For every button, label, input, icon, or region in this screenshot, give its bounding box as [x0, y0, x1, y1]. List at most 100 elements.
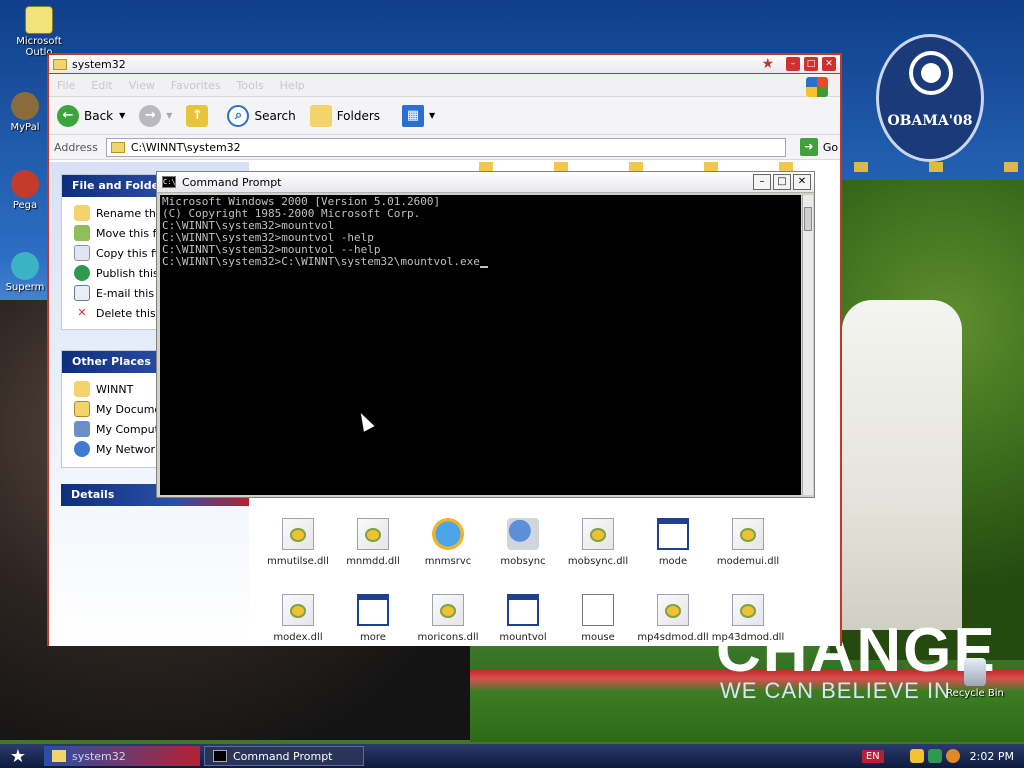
search-label: Search	[254, 108, 296, 123]
file-item[interactable]: mnmdd.dll	[332, 518, 414, 567]
menu-view[interactable]: View	[129, 79, 155, 92]
file-item[interactable]: mp43dmod.dll	[707, 594, 789, 643]
wallpaper-believe-text: WE CAN BELIEVE IN	[720, 678, 951, 703]
application-icon	[357, 594, 389, 626]
file-item[interactable]: mp4sdmod.dll	[632, 594, 714, 643]
file-item[interactable]: moricons.dll	[407, 594, 489, 643]
maximize-button[interactable]: □	[773, 174, 791, 190]
campaign-logo: OBAMA'08	[876, 34, 984, 162]
taskbar: ★ system32 Command Prompt EN 2:02 PM	[0, 744, 1024, 768]
pega-icon	[11, 170, 39, 198]
my-documents-icon	[74, 401, 90, 417]
folder-icon	[110, 141, 125, 153]
language-indicator[interactable]: EN	[861, 749, 884, 763]
clock[interactable]: 2:02 PM	[970, 750, 1014, 763]
dll-file-icon	[357, 518, 389, 550]
scrollbar-thumb[interactable]	[804, 207, 812, 231]
taskbar-button-label: Command Prompt	[233, 749, 333, 763]
go-label: Go	[822, 140, 839, 154]
dll-file-icon	[432, 594, 464, 626]
campaign-logo-text: OBAMA'08	[887, 113, 973, 129]
console-scrollbar[interactable]	[802, 195, 813, 495]
place-label: WINNT	[96, 382, 134, 396]
taskbar-button-system32[interactable]: system32	[44, 746, 200, 766]
publish-web-icon	[74, 265, 90, 281]
file-item[interactable]: mmutilse.dll	[257, 518, 339, 567]
views-icon: ▦	[402, 104, 425, 127]
desktop-icon-label: MyPal	[10, 122, 40, 133]
file-name: mmutilse.dll	[267, 556, 329, 567]
file-name: mobsync.dll	[567, 556, 629, 567]
dll-file-icon	[582, 518, 614, 550]
explorer-title-bar[interactable]: system32 ★ – □ ✕	[49, 55, 840, 74]
menu-tools[interactable]: Tools	[237, 79, 264, 92]
menu-edit[interactable]: Edit	[91, 79, 112, 92]
file-item[interactable]: mode	[632, 518, 714, 567]
file-name: moricons.dll	[417, 632, 479, 643]
desktop-icon-label: Pega	[12, 200, 38, 211]
close-button[interactable]: ✕	[822, 57, 836, 71]
address-label: Address	[54, 140, 98, 154]
forward-button[interactable]: → ▼	[139, 104, 173, 127]
taskbar-button-command-prompt[interactable]: Command Prompt	[204, 746, 364, 766]
system-tray: EN 2:02 PM	[854, 744, 1024, 768]
search-icon: ⌕	[227, 104, 250, 127]
file-item[interactable]: mnmsrvc	[407, 518, 489, 567]
maximize-button[interactable]: □	[804, 57, 818, 71]
campaign-logo-emblem	[909, 51, 953, 95]
dll-file-icon	[282, 518, 314, 550]
dll-file-icon	[732, 594, 764, 626]
up-folder-button[interactable]: ↑	[186, 104, 213, 127]
file-item[interactable]: mobsync	[482, 518, 564, 567]
network-icon[interactable]	[927, 749, 942, 763]
file-name: mouse	[581, 632, 615, 643]
file-item[interactable]: modemui.dll	[707, 518, 789, 567]
file-name: mp43dmod.dll	[711, 632, 785, 643]
menu-bar: File Edit View Favorites Tools Help	[49, 74, 840, 97]
forward-arrow-icon: →	[139, 104, 162, 127]
address-value: C:\WINNT\system32	[130, 140, 241, 154]
search-button[interactable]: ⌕ Search	[227, 104, 296, 127]
file-item[interactable]: modex.dll	[257, 594, 339, 643]
application-icon	[657, 518, 689, 550]
menu-favorites[interactable]: Favorites	[171, 79, 221, 92]
settings-file-icon	[582, 594, 614, 626]
desktop-icon-outlook[interactable]: Microsoft Outlo	[4, 6, 74, 58]
move-icon	[74, 225, 90, 241]
minimize-button[interactable]: –	[786, 57, 800, 71]
desktop-icon-label: Recycle Bin	[946, 688, 1004, 699]
explorer-title: system32	[72, 57, 126, 71]
console-input-line[interactable]: C:\WINNT\system32>C:\WINNT\system32\moun…	[162, 256, 801, 268]
desktop-icon-recycle-bin[interactable]: Recycle Bin	[940, 658, 1010, 699]
star-icon: ★	[761, 56, 774, 72]
minimize-button[interactable]: –	[753, 174, 771, 190]
console-output[interactable]: Microsoft Windows 2000 [Version 5.01.260…	[160, 195, 801, 495]
menu-file[interactable]: File	[57, 79, 75, 92]
dll-file-icon	[282, 594, 314, 626]
go-button[interactable]: ➜ Go	[799, 138, 839, 156]
rename-icon	[74, 205, 90, 221]
folders-label: Folders	[336, 108, 381, 123]
views-button[interactable]: ▦ ▼	[402, 104, 435, 127]
console-icon	[213, 750, 227, 762]
close-button[interactable]: ✕	[793, 174, 811, 190]
file-item[interactable]: mountvol	[482, 594, 564, 643]
folders-icon	[309, 104, 332, 127]
menu-help[interactable]: Help	[280, 79, 305, 92]
folder-icon	[52, 750, 66, 762]
back-button[interactable]: ← Back ▼	[57, 104, 126, 127]
search-icon[interactable]	[945, 749, 960, 763]
chevron-down-icon: ▼	[166, 111, 173, 120]
security-shield-icon[interactable]	[909, 749, 924, 763]
address-input[interactable]: C:\WINNT\system32	[105, 137, 786, 157]
command-prompt-title-bar[interactable]: C:\ Command Prompt – □ ✕	[157, 172, 814, 193]
folder-icon	[53, 58, 67, 70]
file-item[interactable]: mouse	[557, 594, 639, 643]
folders-button[interactable]: Folders	[309, 104, 381, 127]
command-prompt-title: Command Prompt	[182, 175, 282, 189]
chevron-down-icon: ▼	[119, 111, 126, 120]
command-prompt-window[interactable]: C:\ Command Prompt – □ ✕ Microsoft Windo…	[156, 171, 815, 498]
file-item[interactable]: more	[332, 594, 414, 643]
file-item[interactable]: mobsync.dll	[557, 518, 639, 567]
start-button[interactable]: ★	[0, 744, 36, 768]
